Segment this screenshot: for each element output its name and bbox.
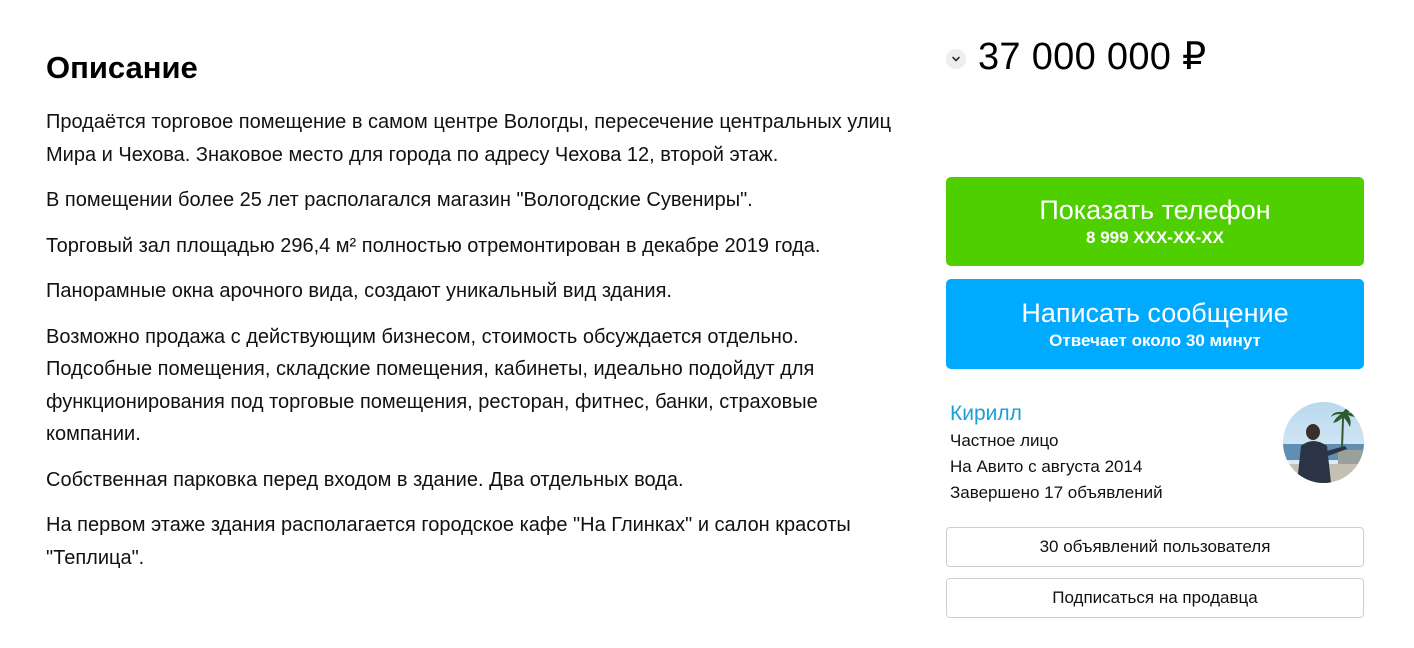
avatar[interactable] (1283, 402, 1364, 483)
seller-completed-listings: Завершено 17 объявлений (950, 483, 1163, 502)
description-heading: Описание (46, 50, 198, 85)
show-phone-label: Показать телефон (1039, 195, 1271, 225)
price-value: 37 000 000 ₽ (978, 36, 1207, 78)
description-section: Описание Продаётся торговое помещение в … (46, 48, 906, 587)
chevron-down-icon[interactable] (946, 49, 966, 69)
description-paragraph-6: Собственная парковка перед входом в здан… (46, 468, 684, 491)
phone-number-masked: 8 999 XXX-XX-XX (1086, 228, 1224, 247)
write-message-button[interactable]: Написать сообщение Отвечает около 30 мин… (946, 279, 1364, 369)
subscribe-seller-button[interactable]: Подписаться на продавца (946, 578, 1364, 618)
description-paragraph-7: На первом этаже здания располагается гор… (46, 514, 851, 569)
response-time-note: Отвечает около 30 минут (1049, 330, 1261, 350)
description-paragraph-2: В помещении более 25 лет располагался ма… (46, 189, 753, 211)
show-phone-button[interactable]: Показать телефон 8 999 XXX-XX-XX (946, 177, 1364, 266)
description-paragraph-5: Возможно продажа с действующим бизнесом,… (46, 325, 818, 446)
price-row: 37 000 000 ₽ (946, 34, 1207, 80)
user-listings-button[interactable]: 30 объявлений пользователя (946, 527, 1364, 567)
description-paragraph-3: Торговый зал площадью 296,4 м² полностью… (46, 234, 821, 257)
write-message-label: Написать сообщение (1021, 297, 1289, 328)
description-paragraph-1: Продаётся торговое помещение в самом цен… (46, 111, 892, 166)
description-paragraph-4: Панорамные окна арочного вида, создают у… (46, 280, 672, 302)
